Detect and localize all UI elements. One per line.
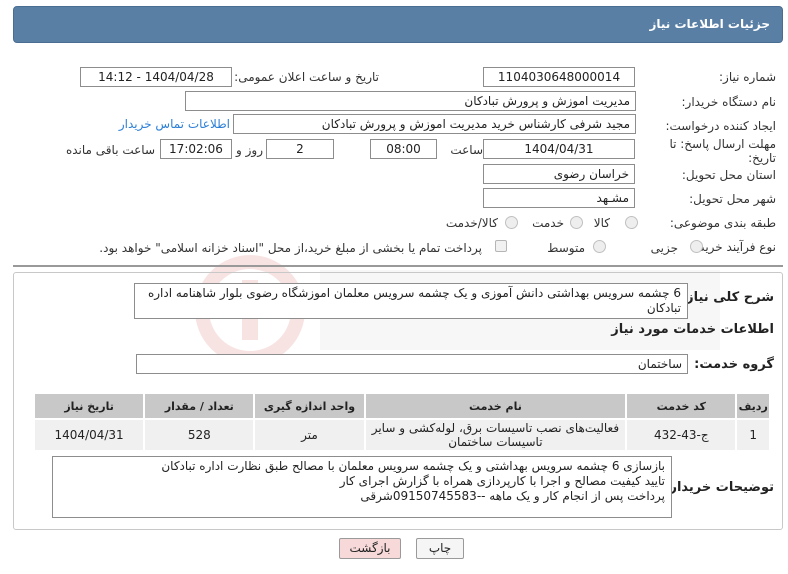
- section-separator: [13, 265, 783, 267]
- page-header: جزئیات اطلاعات نیاز: [13, 6, 783, 43]
- announce-datetime-label: تاریخ و ساعت اعلان عمومی:: [234, 70, 379, 84]
- cell-service-code: ج-43-432: [627, 420, 736, 450]
- col-header-service-name: نام خدمت: [365, 394, 626, 418]
- table-row: 1 ج-43-432 فعالیت‌های نصب تاسیسات برق، ل…: [35, 420, 769, 450]
- process-label: نوع فرآیند خرید :: [691, 240, 776, 254]
- remaining-time-field: 17:02:06: [160, 139, 232, 159]
- services-title: اطلاعات خدمات مورد نیاز: [611, 322, 774, 337]
- col-header-unit: واحد اندازه گیری: [255, 394, 364, 418]
- buyer-notes-line-1: بازسازی 6 چشمه سرویس بهداشتی و یک چشمه س…: [161, 459, 665, 473]
- category-option-service: خدمت: [532, 216, 564, 230]
- col-header-service-code: کد خدمت: [627, 394, 736, 418]
- need-number-field: 1104030648000014: [483, 67, 635, 87]
- deadline-time-label: ساعت: [450, 143, 483, 157]
- buyer-notes-text: بازسازی 6 چشمه سرویس بهداشتی و یک چشمه س…: [52, 456, 672, 518]
- city-field: مشـهد: [483, 188, 635, 208]
- print-button[interactable]: چاپ: [416, 538, 464, 559]
- category-label: طبقه بندی موضوعی:: [669, 216, 776, 230]
- announce-datetime-field: 1404/04/28 - 14:12: [80, 67, 232, 87]
- service-group-label: گروه خدمت:: [694, 357, 774, 372]
- col-header-quantity: تعداد / مقدار: [145, 394, 254, 418]
- remaining-label: ساعت باقی مانده: [65, 143, 155, 157]
- page-title: جزئیات اطلاعات نیاز: [649, 17, 770, 31]
- summary-label: شرح کلی نیاز:: [680, 290, 774, 305]
- treasury-payment-checkbox[interactable]: [495, 240, 507, 252]
- summary-text: 6 چشمه سرویس بهداشتی دانش آموزی و یک چشم…: [134, 283, 688, 319]
- buyer-org-label: نام دستگاه خریدار:: [681, 95, 777, 109]
- category-option-goods: کالا: [593, 216, 610, 230]
- cell-need-date: 1404/04/31: [35, 420, 144, 450]
- deadline-time-field: 08:00: [370, 139, 437, 159]
- buyer-org-field: مدیریت اموزش و پرورش تبادکان: [185, 91, 636, 111]
- treasury-payment-note: پرداخت تمام یا بخشی از مبلغ خرید،از محل …: [99, 241, 482, 255]
- services-table: ردیف کد خدمت نام خدمت واحد اندازه گیری ت…: [33, 392, 771, 452]
- table-header-row: ردیف کد خدمت نام خدمت واحد اندازه گیری ت…: [35, 394, 769, 418]
- col-header-row-number: ردیف: [737, 394, 769, 418]
- days-label: روز و: [236, 143, 263, 157]
- buyer-contact-link[interactable]: اطلاعات تماس خریدار: [119, 117, 230, 131]
- category-option-goods-service: کالا/خدمت: [445, 216, 498, 230]
- category-radio-service[interactable]: [570, 216, 583, 229]
- cell-quantity: 528: [145, 420, 254, 450]
- process-option-minor: جزیی: [650, 241, 678, 255]
- cell-service-name: فعالیت‌های نصب تاسیسات برق، لوله‌کشی و س…: [365, 420, 626, 450]
- buyer-notes-label: توضیحات خریدار:: [664, 480, 774, 495]
- service-group-field: ساختمان: [136, 354, 688, 374]
- creator-field: مجید شرفی کارشناس خرید مدیریت اموزش و پر…: [233, 114, 636, 134]
- process-radio-medium[interactable]: [593, 240, 606, 253]
- category-radio-goods[interactable]: [625, 216, 638, 229]
- province-label: استان محل تحویل:: [681, 168, 776, 182]
- cell-row-number: 1: [737, 420, 769, 450]
- cell-unit: متر: [255, 420, 364, 450]
- creator-label: ایجاد کننده درخواست:: [665, 119, 776, 133]
- process-option-medium: متوسط: [547, 241, 585, 255]
- category-radio-goods-service[interactable]: [505, 216, 518, 229]
- buyer-notes-line-3: پرداخت پس از انجام کار و یک ماهه --09150…: [360, 489, 665, 503]
- buyer-notes-line-2: تایید کیفیت مصالح و اجرا با کارپردازی هم…: [339, 474, 665, 488]
- back-button[interactable]: بازگشت: [339, 538, 401, 559]
- col-header-need-date: تاریخ نیاز: [35, 394, 144, 418]
- deadline-label: مهلت ارسال پاسخ: تا تاریخ:: [669, 137, 776, 165]
- deadline-date-field: 1404/04/31: [483, 139, 635, 159]
- need-number-label: شماره نیاز:: [719, 70, 776, 84]
- province-field: خراسان رضوی: [483, 164, 635, 184]
- deadline-days-field: 2: [266, 139, 334, 159]
- process-radio-minor[interactable]: [690, 240, 703, 253]
- city-label: شهر محل تحویل:: [689, 192, 776, 206]
